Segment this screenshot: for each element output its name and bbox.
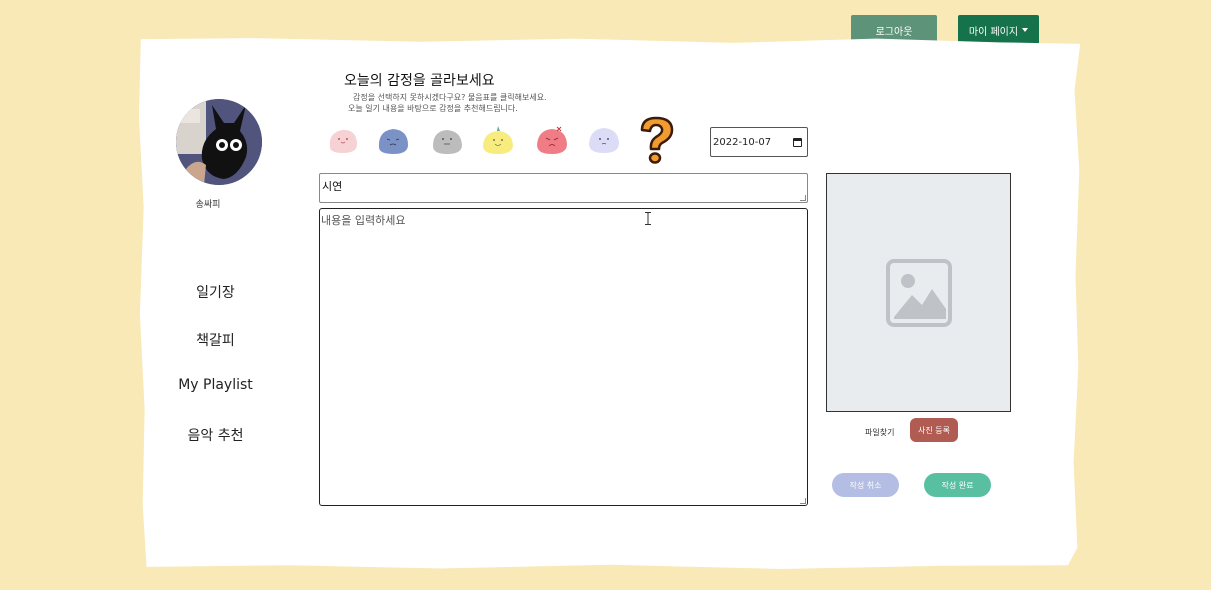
lavender-blob-emotion-icon[interactable] [587, 125, 621, 155]
photo-preview [826, 173, 1011, 412]
diary-content-textarea[interactable]: 내용을 입력하세요 [319, 208, 808, 506]
find-file-button[interactable]: 파일찾기 [865, 427, 894, 438]
date-value: 2022-10-07 [713, 136, 772, 148]
register-photo-button[interactable]: 사진 등록 [910, 418, 958, 442]
cancel-writing-button[interactable]: 작성 취소 [832, 473, 899, 497]
logout-label: 로그아웃 [875, 26, 913, 38]
emotion-subtitle-line1: 감정을 선택하지 못하시겠다구요? 물음표를 클릭해보세요. [353, 93, 547, 102]
mypage-dropdown-button[interactable]: 마이 페이지 [958, 15, 1039, 45]
nickname: 송싸피 [195, 200, 221, 210]
nav-item-music-recommend[interactable]: 음악 추천 [168, 425, 263, 445]
nav-item-bookmark[interactable]: 책갈피 [168, 330, 263, 350]
register-photo-label: 사진 등록 [918, 425, 950, 435]
question-mark-icon[interactable] [634, 116, 680, 166]
nav-item-diary[interactable]: 일기장 [168, 282, 263, 302]
resize-grip-icon[interactable] [800, 195, 806, 201]
mypage-label: 마이 페이지 [968, 26, 1019, 38]
diary-title-input[interactable]: 시연 [319, 173, 808, 203]
pink-blob-emotion-icon[interactable] [326, 125, 360, 155]
caret-down-icon [1022, 28, 1029, 32]
cancel-writing-label: 작성 취소 [849, 480, 882, 490]
red-blob-emotion-icon[interactable] [535, 125, 569, 155]
calendar-icon[interactable] [793, 138, 802, 147]
resize-grip-icon[interactable] [800, 498, 806, 504]
yellow-blob-emotion-icon[interactable] [481, 125, 515, 155]
date-picker-input[interactable]: 2022-10-07 [710, 127, 808, 157]
diary-content-placeholder: 내용을 입력하세요 [321, 214, 406, 227]
avatar [176, 99, 262, 185]
complete-writing-label: 작성 완료 [941, 480, 974, 490]
blue-blob-emotion-icon[interactable] [376, 125, 410, 155]
diary-title-value: 시연 [322, 180, 343, 193]
emotion-subtitle-line2: 오늘 일기 내용을 바탕으로 감정을 추천해드립니다. [348, 104, 518, 113]
complete-writing-button[interactable]: 작성 완료 [924, 473, 991, 497]
text-cursor-icon [645, 212, 651, 228]
emotion-title: 오늘의 감정을 골라보세요 [344, 73, 495, 89]
nav-item-my-playlist[interactable]: My Playlist [168, 377, 263, 393]
image-placeholder-icon [886, 259, 952, 327]
gray-blob-emotion-icon[interactable] [430, 125, 464, 155]
